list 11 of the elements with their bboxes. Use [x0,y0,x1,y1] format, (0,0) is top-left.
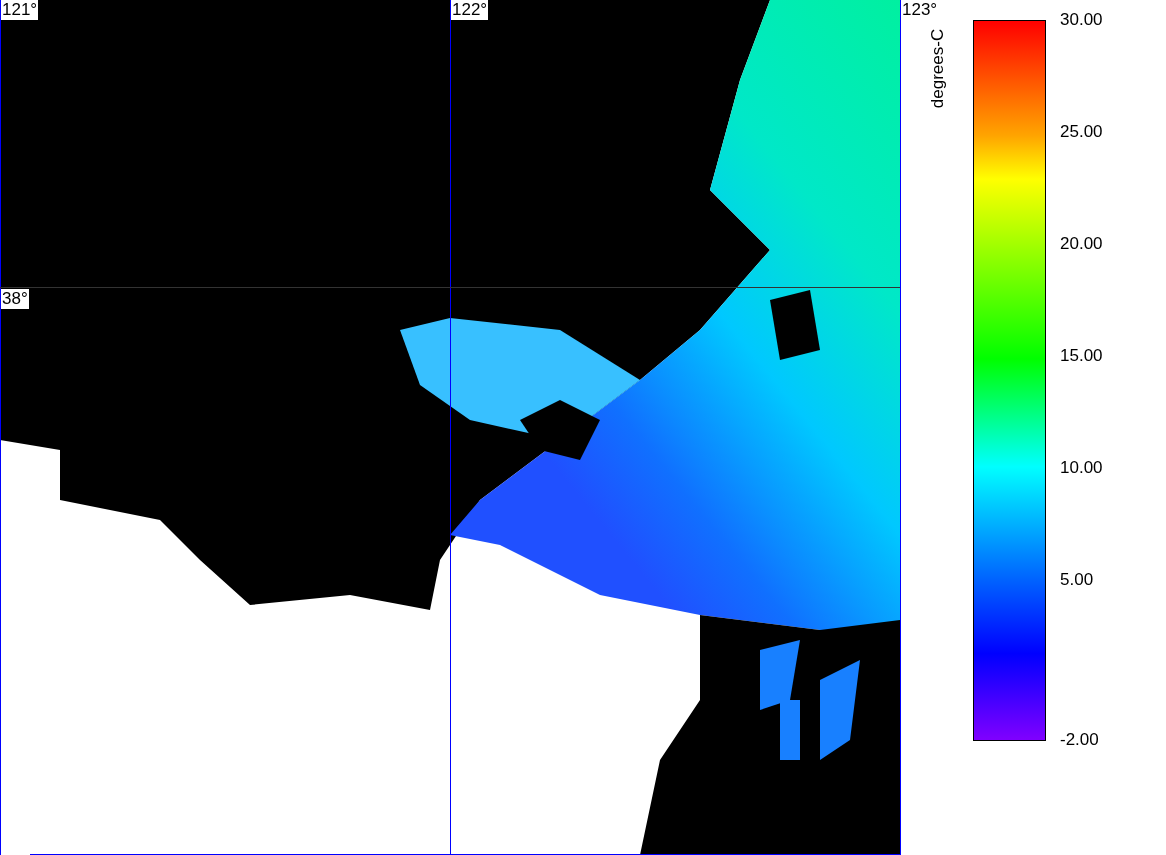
colorbar-tick-label: 15.00 [1060,346,1103,366]
colorbar-tick-label: 30.00 [1060,10,1103,30]
colorbar-tick-label: 5.00 [1060,570,1094,590]
colorbar-tick-label: 20.00 [1060,234,1103,254]
colorbar-tick-label: -2.00 [1060,730,1099,750]
longitude-label: 121° [1,0,39,20]
longitude-label: 122° [451,0,489,20]
colorbar-title: degrees-C [928,28,946,109]
colorbar-tick-label: 10.00 [1060,458,1103,478]
colorbar-tick-label: 25.00 [1060,122,1103,142]
latitude-label: 38° [1,289,29,309]
